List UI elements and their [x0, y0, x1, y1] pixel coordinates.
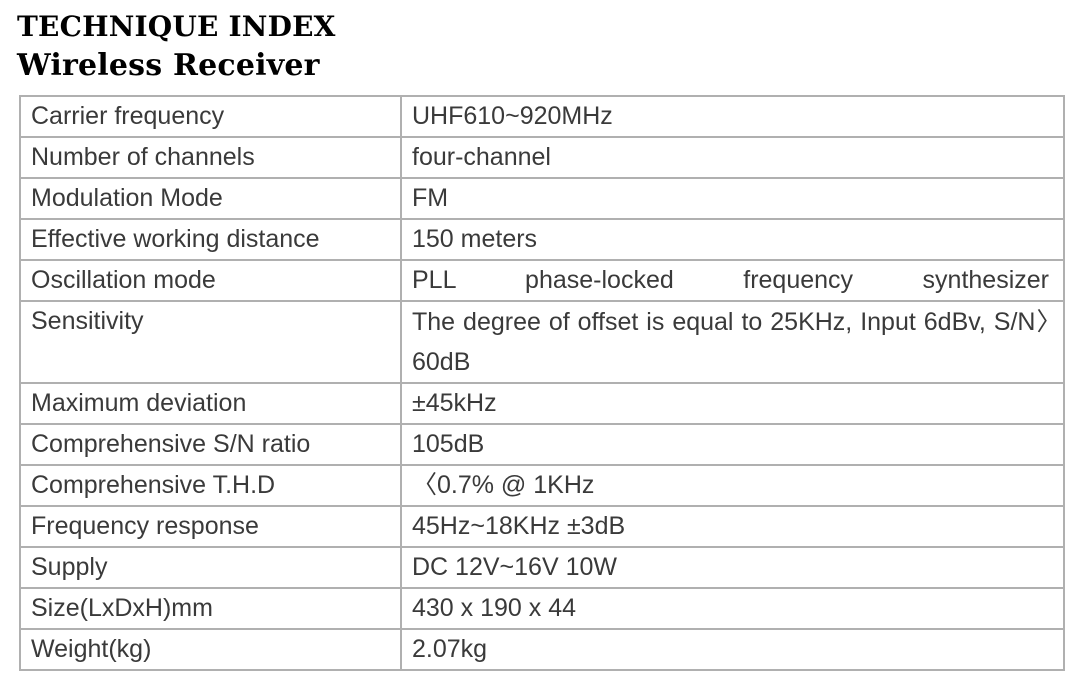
- spec-label: Effective working distance: [19, 218, 402, 261]
- spec-label: Weight(kg): [19, 628, 402, 671]
- spec-label: Modulation Mode: [19, 177, 402, 220]
- spec-value: FM: [400, 177, 1065, 220]
- page-title: TECHNIQUE INDEX: [17, 10, 336, 43]
- spec-label: Maximum deviation: [19, 382, 402, 425]
- specification-table-body: Carrier frequency UHF610~920MHz Number of …: [19, 95, 1065, 671]
- spec-value: four-channel: [400, 136, 1065, 179]
- spec-label: Comprehensive S/N ratio: [19, 423, 402, 466]
- document-page: TECHNIQUE INDEX Wireless Receiver Carrie…: [0, 0, 1087, 682]
- document-heading-block: TECHNIQUE INDEX Wireless Receiver: [17, 8, 917, 86]
- spec-value: DC 12V~16V 10W: [400, 546, 1065, 589]
- spec-label: Frequency response: [19, 505, 402, 548]
- spec-value: 430 x 190 x 44: [400, 587, 1065, 630]
- table-row: Comprehensive S/N ratio 105dB: [19, 423, 1065, 466]
- table-row: Weight(kg) 2.07kg: [19, 628, 1065, 671]
- spec-value: ±45kHz: [400, 382, 1065, 425]
- table-row: Sensitivity The degree of offset is equal…: [19, 300, 1065, 384]
- spec-label: Carrier frequency: [19, 95, 402, 138]
- spec-label: Sensitivity: [19, 300, 402, 384]
- table-row: Oscillation mode PLL phase-locked frequen…: [19, 259, 1065, 302]
- table-row: Number of channels four-channel: [19, 136, 1065, 179]
- table-row: Carrier frequency UHF610~920MHz: [19, 95, 1065, 138]
- spec-label: Comprehensive T.H.D: [19, 464, 402, 507]
- spec-label: Oscillation mode: [19, 259, 402, 302]
- table-row: Maximum deviation ±45kHz: [19, 382, 1065, 425]
- spec-value: 〈0.7% @ 1KHz: [400, 464, 1065, 507]
- table-row: Modulation Mode FM: [19, 177, 1065, 220]
- table-row: Comprehensive T.H.D 〈0.7% @ 1KHz: [19, 464, 1065, 507]
- spec-value: PLL phase-locked frequency synthesizer: [400, 259, 1065, 302]
- specification-table: Carrier frequency UHF610~920MHz Number of …: [19, 95, 1065, 671]
- page-subtitle: Wireless Receiver: [17, 48, 320, 83]
- spec-value: 2.07kg: [400, 628, 1065, 671]
- spec-label: Number of channels: [19, 136, 402, 179]
- spec-label: Size(LxDxH)mm: [19, 587, 402, 630]
- spec-label: Supply: [19, 546, 402, 589]
- spec-value: UHF610~920MHz: [400, 95, 1065, 138]
- table-row: Supply DC 12V~16V 10W: [19, 546, 1065, 589]
- table-row: Size(LxDxH)mm 430 x 190 x 44: [19, 587, 1065, 630]
- spec-value: 45Hz~18KHz ±3dB: [400, 505, 1065, 548]
- spec-value: The degree of offset is equal to 25KHz, …: [400, 300, 1065, 384]
- table-row: Frequency response 45Hz~18KHz ±3dB: [19, 505, 1065, 548]
- spec-value: 105dB: [400, 423, 1065, 466]
- table-row: Effective working distance 150 meters: [19, 218, 1065, 261]
- spec-value: 150 meters: [400, 218, 1065, 261]
